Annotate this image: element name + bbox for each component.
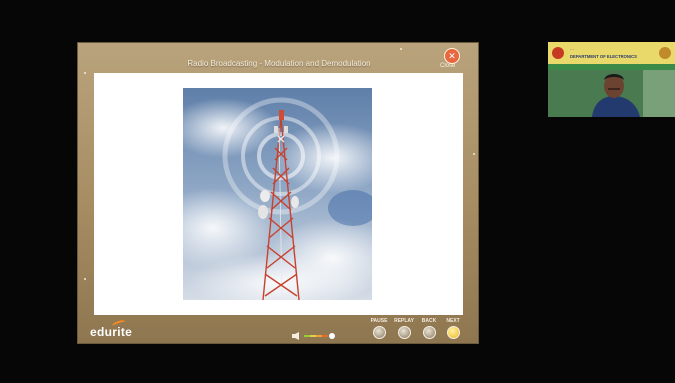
replay-control[interactable]: REPLAY <box>393 318 415 339</box>
frame-decoration <box>473 153 475 155</box>
pause-label: PAUSE <box>370 318 388 324</box>
slide-content <box>94 73 463 315</box>
logo-text: edurite <box>90 325 133 339</box>
presentation-window: Radio Broadcasting - Modulation and Demo… <box>77 42 479 344</box>
edurite-logo: edurite <box>90 318 133 339</box>
replay-icon[interactable] <box>397 326 411 339</box>
pause-control[interactable]: PAUSE <box>368 318 390 339</box>
close-icon: ✕ <box>448 51 456 61</box>
next-icon[interactable] <box>446 326 460 339</box>
playback-controls: PAUSE REPLAY BACK NEXT <box>368 318 476 342</box>
back-label: BACK <box>421 318 437 324</box>
back-control[interactable]: BACK <box>418 318 440 339</box>
slide-title: Radio Broadcasting - Modulation and Demo… <box>187 59 371 68</box>
pause-icon[interactable] <box>372 326 386 339</box>
close-label: Close <box>440 63 456 69</box>
close-button[interactable]: ✕ <box>444 48 460 64</box>
banner-line2: DEPARTMENT OF ELECTRONICS <box>570 54 637 59</box>
frame-decoration <box>84 72 86 74</box>
volume-level-bar <box>304 333 335 339</box>
next-control[interactable]: NEXT <box>442 318 464 339</box>
frame-decoration <box>84 278 86 280</box>
department-emblem-icon <box>659 47 671 59</box>
replay-label: REPLAY <box>394 318 414 324</box>
back-icon[interactable] <box>422 326 436 339</box>
presenter-webcam[interactable]: … DEPARTMENT OF ELECTRONICS <box>548 42 675 117</box>
college-emblem-icon <box>552 47 564 59</box>
volume-control[interactable] <box>292 327 338 340</box>
banner-line1: … <box>570 46 574 51</box>
next-label: NEXT <box>446 318 460 324</box>
tower-image <box>183 88 372 300</box>
frame-decoration <box>400 48 402 50</box>
speaker-icon <box>292 332 299 340</box>
